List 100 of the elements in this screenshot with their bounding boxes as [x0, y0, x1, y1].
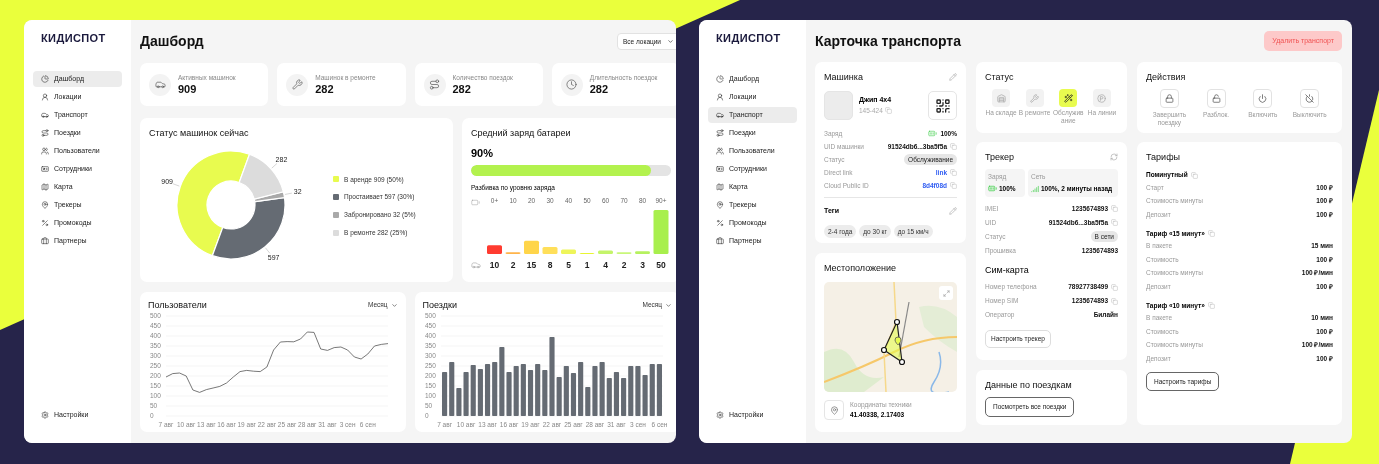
- edit-icon[interactable]: [949, 73, 957, 81]
- lock-icon: [1164, 94, 1174, 103]
- copy-icon[interactable]: [1207, 302, 1215, 309]
- card-title: Машинка: [824, 71, 863, 83]
- page-title: Дашборд: [140, 32, 204, 51]
- map-icon: [41, 183, 49, 191]
- copy-icon[interactable]: [950, 143, 957, 150]
- bar: [635, 251, 650, 254]
- data-label: 50: [656, 260, 666, 270]
- magic-wand-icon: [1063, 93, 1073, 103]
- stat-value: 282: [452, 82, 472, 96]
- leader-line: [265, 247, 271, 254]
- data-label: 3: [640, 260, 645, 270]
- photo-placeholder: [824, 91, 853, 120]
- copy-icon[interactable]: [884, 107, 892, 115]
- stat-value: 909: [178, 82, 198, 96]
- wrench-icon: [1030, 93, 1040, 103]
- expand-button[interactable]: [939, 286, 953, 300]
- bar: [561, 249, 576, 254]
- stat-value: 282: [589, 82, 610, 96]
- data-label: 1: [584, 260, 590, 270]
- briefcase-icon: [716, 237, 724, 245]
- copy-icon[interactable]: [1190, 171, 1198, 179]
- copy-icon[interactable]: [1111, 283, 1118, 291]
- copy-icon[interactable]: [1111, 205, 1118, 212]
- leader-line: [284, 192, 293, 195]
- warehouse-icon: [996, 93, 1006, 103]
- battery-icon: [928, 129, 938, 138]
- copy-icon[interactable]: [950, 169, 957, 176]
- card-title: Трекер: [985, 151, 1015, 163]
- stat-value: 282: [315, 82, 335, 96]
- qr-code-tile[interactable]: [928, 91, 957, 120]
- bar: [524, 240, 539, 254]
- route-icon: [429, 79, 440, 90]
- id-card-icon: [41, 165, 49, 173]
- copy-icon[interactable]: [1207, 230, 1215, 237]
- qr-code-icon: [934, 97, 951, 114]
- logo: КИДИСПОТ: [715, 31, 782, 45]
- car-icon: [471, 260, 481, 270]
- users-icon: [716, 147, 724, 155]
- data-label: 15: [526, 260, 537, 270]
- pin-icon: [41, 201, 49, 209]
- edit-icon[interactable]: [949, 207, 957, 216]
- route-icon: [716, 129, 724, 137]
- chevron-icon: [665, 301, 672, 309]
- copy-icon[interactable]: [1111, 297, 1118, 305]
- card-title: Поездки: [422, 299, 457, 311]
- power-off-icon: [1305, 94, 1315, 103]
- copy-icon[interactable]: [1111, 219, 1118, 226]
- bar: [598, 250, 613, 254]
- car-icon: [154, 79, 166, 90]
- leader-line: [271, 163, 278, 169]
- data-label: 8: [547, 260, 553, 270]
- chevron-icon: [390, 301, 398, 309]
- bar: [542, 246, 558, 254]
- copy-icon[interactable]: [950, 182, 957, 189]
- card-title: Тарифы: [1146, 151, 1181, 163]
- data-label: 2: [621, 260, 627, 270]
- card-title: Статус машинок сейчас: [149, 127, 250, 139]
- card-title: Действия: [1146, 71, 1187, 83]
- battery-icon: [988, 184, 997, 194]
- pin-icon: [829, 405, 839, 415]
- bar: [653, 210, 669, 254]
- settings-icon: [716, 411, 724, 419]
- data-label: 2: [510, 260, 516, 270]
- clock-icon: [566, 79, 578, 90]
- car-icon: [716, 111, 724, 119]
- settings-icon: [41, 411, 49, 419]
- page-title: Карточка транспорта: [815, 31, 961, 51]
- percent-icon: [716, 219, 724, 227]
- pie-chart-icon: [41, 75, 49, 83]
- chevron-icon: [667, 38, 674, 45]
- data-label: 5: [566, 260, 571, 270]
- percent-icon: [41, 219, 49, 227]
- id-card-icon: [716, 165, 724, 173]
- battery-icon: [471, 198, 480, 207]
- unlock-icon: [1211, 94, 1221, 103]
- briefcase-icon: [41, 237, 49, 245]
- pie-chart-icon: [716, 75, 724, 83]
- card-title: Пользователи: [148, 299, 207, 311]
- refresh-icon[interactable]: [1110, 153, 1118, 161]
- users-icon: [41, 147, 49, 155]
- route-icon: [41, 129, 49, 137]
- expand-icon: [942, 289, 950, 297]
- battery-reading: 90%: [471, 147, 495, 160]
- signal-icon: [1031, 184, 1039, 193]
- data-label: 10: [489, 260, 500, 270]
- map-icon: [716, 183, 724, 191]
- power-icon: [1258, 94, 1268, 103]
- wrench-icon: [291, 79, 303, 90]
- logo: КИДИСПОТ: [40, 31, 107, 45]
- bar: [487, 245, 502, 254]
- data-label: 4: [603, 260, 608, 270]
- card-title: Статус: [985, 71, 1015, 83]
- card-title: Средний заряд батареи: [471, 127, 572, 139]
- section-title: Сим-карта: [985, 263, 1030, 277]
- parking-icon: [1097, 93, 1107, 103]
- card-title: Местоположение: [824, 262, 898, 274]
- leader-line: [172, 183, 180, 187]
- pin-icon: [716, 201, 724, 209]
